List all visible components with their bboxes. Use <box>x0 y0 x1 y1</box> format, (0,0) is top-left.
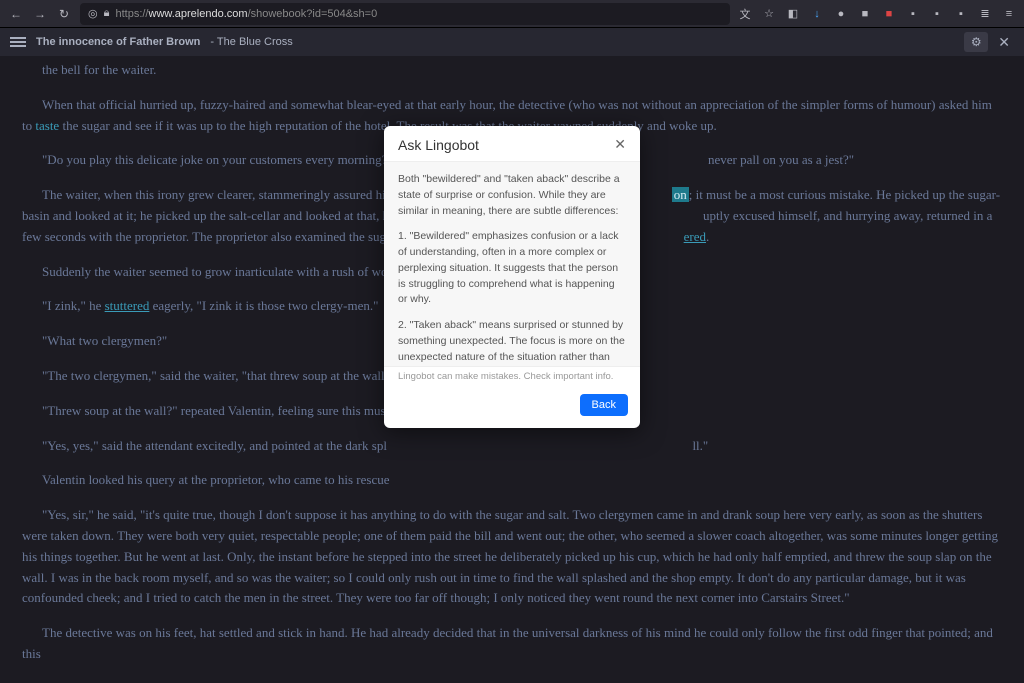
paragraph: "Yes, yes," said the attendant excitedly… <box>22 436 1002 457</box>
lingobot-modal: Ask Lingobot ✕ Both "bewildered" and "ta… <box>384 126 640 428</box>
vocab-word[interactable]: taste <box>35 118 59 133</box>
gear-icon[interactable]: ⚙ <box>964 32 988 52</box>
ext4-icon[interactable]: ▪ <box>930 7 944 21</box>
back-button[interactable]: Back <box>580 394 628 416</box>
ext1-icon[interactable]: ■ <box>858 7 872 21</box>
paragraph: Valentin looked his query at the proprie… <box>22 470 1002 491</box>
account-icon[interactable]: ● <box>834 7 848 21</box>
modal-text: 2. "Taken aback" means surprised or stun… <box>398 318 626 366</box>
forward-nav-icon[interactable]: → <box>32 6 48 22</box>
paragraph: the bell for the waiter. <box>22 60 1002 81</box>
download-icon[interactable]: ↓ <box>810 7 824 21</box>
menu-icon[interactable]: ≡ <box>1002 7 1016 21</box>
overflow-icon[interactable]: ≣ <box>978 7 992 21</box>
back-nav-icon[interactable]: ← <box>8 6 24 22</box>
chapter-title: - The Blue Cross <box>210 36 292 48</box>
close-reader-icon[interactable]: ✕ <box>994 34 1014 51</box>
star-icon[interactable]: ☆ <box>762 7 776 21</box>
paragraph: The detective was on his feet, hat settl… <box>22 623 1002 665</box>
url-bar[interactable]: ◎ 🔒︎ https://www.aprelendo.com/showebook… <box>80 3 730 25</box>
paragraph: "Yes, sir," he said, "it's quite true, t… <box>22 505 1002 609</box>
ext2-icon[interactable]: ■ <box>882 7 896 21</box>
vocab-highlight[interactable]: on <box>672 187 689 202</box>
reload-icon[interactable]: ↻ <box>56 6 72 22</box>
ext3-icon[interactable]: ▪ <box>906 7 920 21</box>
vocab-word[interactable]: stuttered <box>105 298 150 313</box>
extension-icon[interactable]: ◧ <box>786 7 800 21</box>
lock-icon: 🔒︎ <box>104 7 110 20</box>
modal-text: Both "bewildered" and "taken aback" desc… <box>398 172 626 219</box>
close-icon[interactable]: ✕ <box>614 136 626 153</box>
vocab-word[interactable]: ered <box>684 229 706 244</box>
url-text: https://www.aprelendo.com/showebook?id=5… <box>115 8 377 20</box>
translate-icon[interactable]: 文 <box>738 7 752 21</box>
book-title: The innocence of Father Brown <box>36 36 200 48</box>
hamburger-icon[interactable] <box>10 37 26 47</box>
shield-icon: ◎ <box>88 7 98 20</box>
modal-body[interactable]: Both "bewildered" and "taken aback" desc… <box>384 161 640 366</box>
modal-disclaimer: Lingobot can make mistakes. Check import… <box>384 366 640 386</box>
modal-title: Ask Lingobot <box>398 137 479 153</box>
ext5-icon[interactable]: ▪ <box>954 7 968 21</box>
modal-text: 1. "Bewildered" emphasizes confusion or … <box>398 229 626 308</box>
